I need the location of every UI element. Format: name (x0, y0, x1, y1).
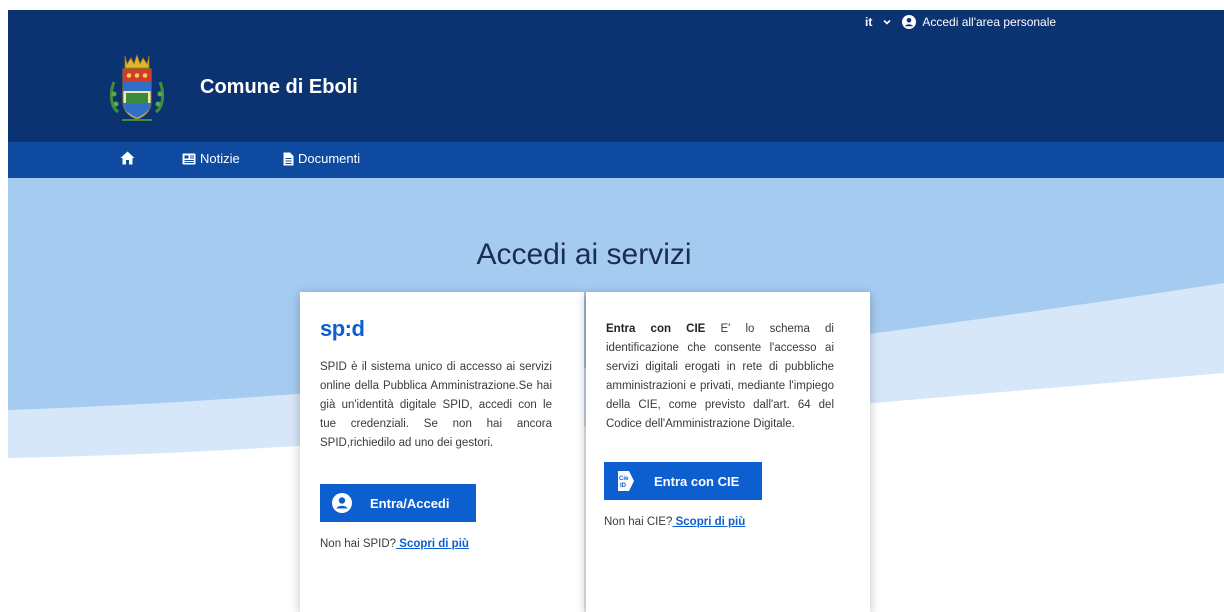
svg-text:Cie: Cie (619, 476, 629, 482)
top-utilities: it Accedi all'area personale (865, 13, 1056, 31)
personal-area-label: Accedi all'area personale (922, 15, 1057, 29)
nav-item-label: Notizie (200, 151, 240, 166)
municipality-crest-logo[interactable] (108, 52, 166, 128)
spid-login-button[interactable]: Entra/Accedi (320, 484, 476, 522)
spid-login-card: sp:d SPID è il sistema unico di accesso … (300, 292, 584, 612)
cie-help-text: Non hai CIE? (604, 516, 673, 528)
cie-login-card: Entra con CIE E' lo schema di identifica… (586, 292, 870, 612)
spid-learn-more-link[interactable]: Scopri di più (396, 538, 469, 550)
language-selector[interactable]: it (865, 15, 872, 29)
spid-login-label: Entra/Accedi (370, 495, 450, 511)
cie-card-icon: Cie ID (616, 470, 636, 492)
spid-logo: sp:d (320, 316, 365, 341)
document-icon (283, 152, 294, 166)
cie-learn-more-link[interactable]: Scopri di più (672, 516, 746, 528)
page-title: Accedi ai servizi (476, 238, 692, 271)
chevron-down-icon[interactable] (882, 17, 892, 27)
spid-description: SPID è il sistema unico di accesso ai se… (320, 361, 552, 449)
newspaper-icon (182, 153, 196, 165)
nav-item-documenti[interactable]: Documenti (283, 151, 360, 166)
user-icon (902, 15, 917, 29)
nav-item-home[interactable] (120, 151, 135, 165)
cie-help: Non hai CIE? Scopri di più (604, 516, 745, 528)
nav-item-label: Documenti (298, 151, 361, 166)
page-left-edge (0, 0, 8, 612)
cie-login-button[interactable]: Cie ID Entra con CIE (604, 462, 762, 500)
svg-text:ID: ID (620, 483, 627, 489)
spid-help: Non hai SPID? Scopri di più (320, 538, 469, 550)
nav-item-notizie[interactable]: Notizie (182, 151, 240, 166)
site-title[interactable]: Comune di Eboli (200, 76, 358, 99)
site-header (8, 34, 1224, 142)
user-icon (332, 493, 352, 513)
cie-description-title: Entra con CIE (606, 323, 706, 335)
spid-help-text: Non hai SPID? (320, 538, 397, 550)
cie-login-label: Entra con CIE (654, 473, 740, 489)
cie-description: Entra con CIE E' lo schema di identifica… (606, 320, 834, 434)
personal-area-link[interactable]: Accedi all'area personale (902, 15, 1056, 29)
home-icon (120, 151, 135, 165)
cie-description-text: E' lo schema di identificazione che cons… (606, 323, 834, 430)
